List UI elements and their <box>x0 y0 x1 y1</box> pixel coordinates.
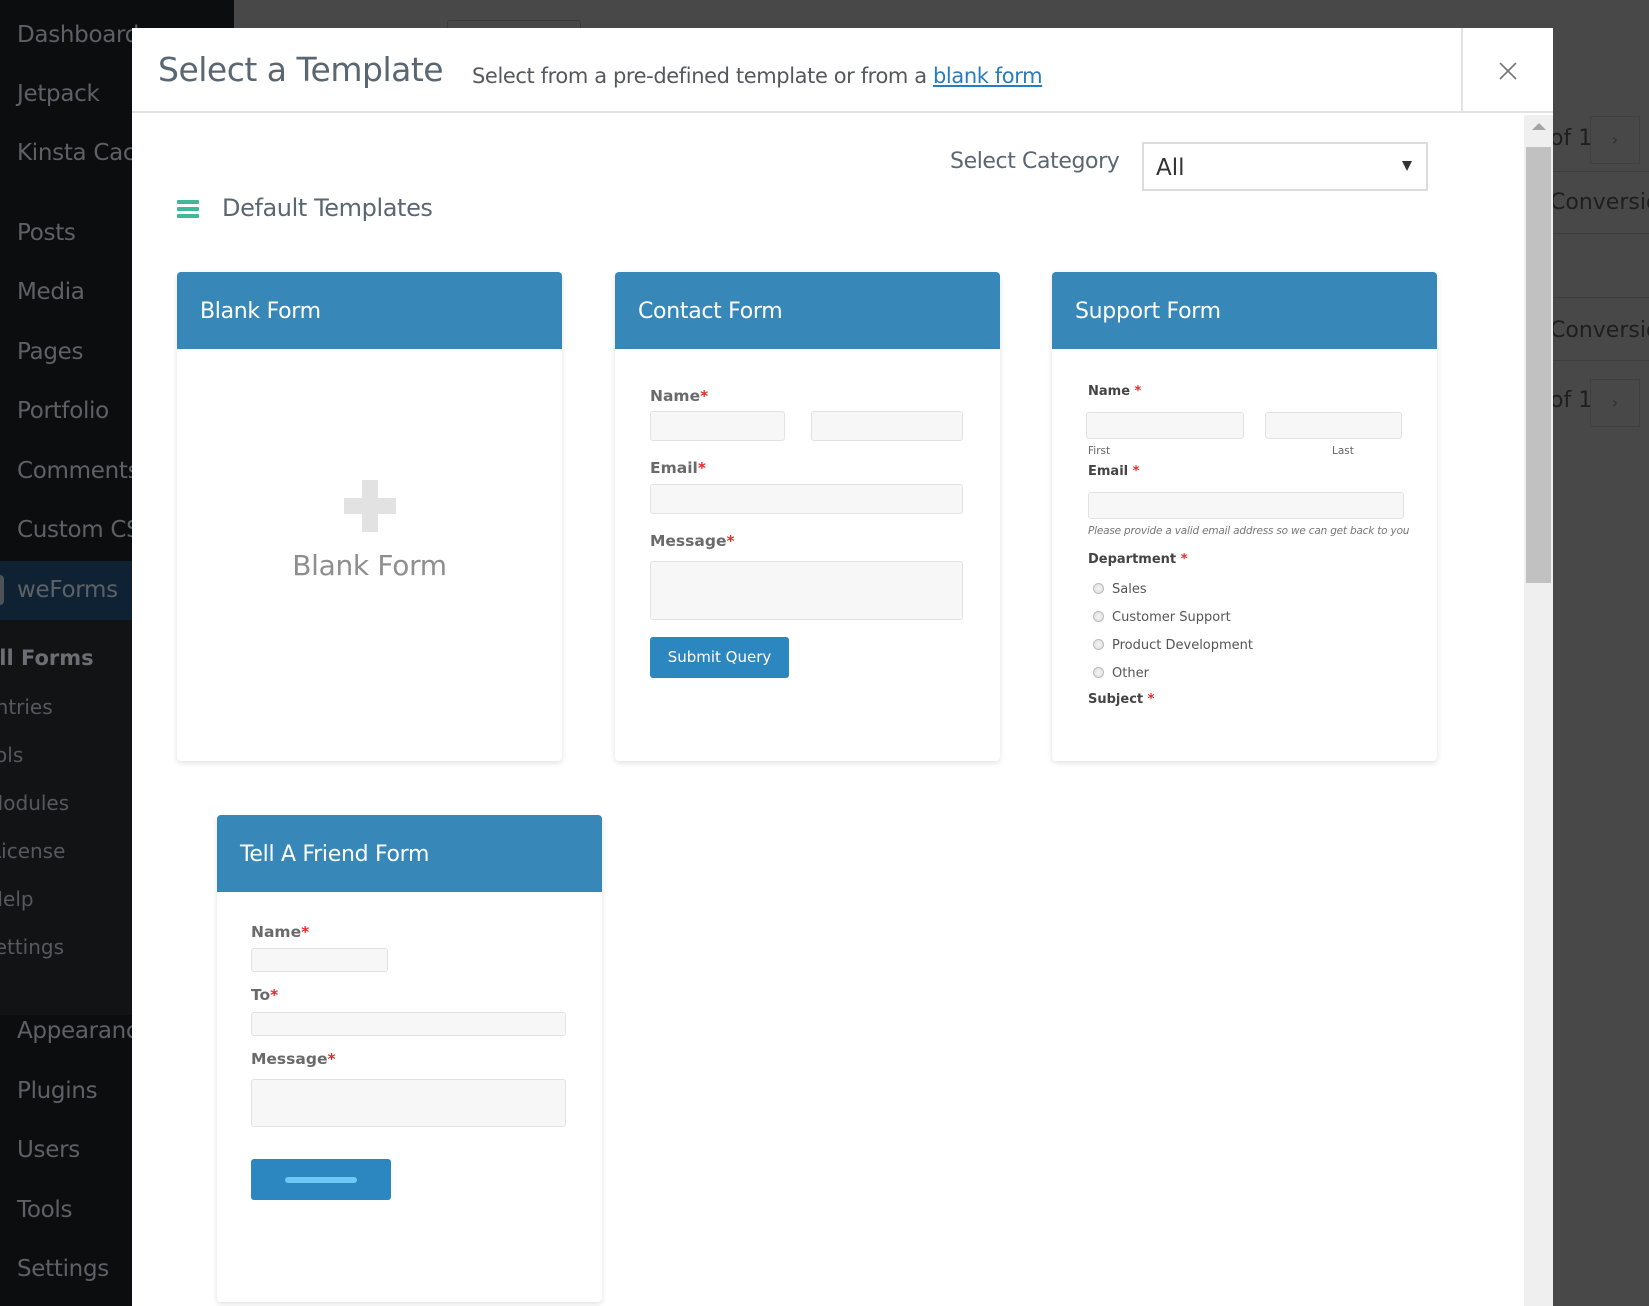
preview-label-message: Message* <box>251 1050 336 1068</box>
blank-form-label: Blank Form <box>292 549 447 582</box>
submenu-item-entries[interactable]: Entries <box>0 695 53 719</box>
scrollbar-thumb[interactable] <box>1526 147 1551 583</box>
preview-input-to <box>251 1012 566 1036</box>
preview-label-name: Name* <box>650 387 709 405</box>
preview-sublabel-last: Last <box>1332 445 1354 457</box>
preview-radio-option: Other <box>1093 666 1149 681</box>
modal-header: Select a Template Select from a pre-defi… <box>132 28 1553 113</box>
card-title: Tell A Friend Form <box>217 815 602 892</box>
radio-icon <box>1093 639 1104 650</box>
preview-label-name: Name* <box>251 923 310 941</box>
submenu-item-license[interactable]: License <box>0 839 65 863</box>
preview-label-email: Email * <box>1088 464 1140 479</box>
sidebar-item-tools[interactable]: Tools <box>17 1197 72 1223</box>
preview-email-hint: Please provide a valid email address so … <box>1088 525 1410 537</box>
modal-body: Select Category All Default Templates Bl… <box>132 115 1524 1306</box>
pagination-text-top: of 1 <box>1550 126 1593 151</box>
preview-input-email <box>650 484 963 514</box>
sidebar-item-posts[interactable]: Posts <box>17 220 76 246</box>
table-column-footer: Conversion <box>1550 318 1649 343</box>
table-divider <box>1553 171 1649 172</box>
table-divider <box>1553 360 1649 361</box>
submenu-item-help[interactable]: Help <box>0 887 34 911</box>
blank-form-link[interactable]: blank form <box>933 64 1043 88</box>
sidebar-item-plugins[interactable]: Plugins <box>17 1078 98 1104</box>
template-card-tell-a-friend-form[interactable]: Tell A Friend Form Name* To* Message* <box>217 815 602 1302</box>
template-card-support-form[interactable]: Support Form Name * First Last Email * P… <box>1052 272 1437 761</box>
preview-input-first-name <box>1086 412 1244 439</box>
preview-radio-option: Sales <box>1093 582 1147 597</box>
category-select-value: All <box>1156 155 1185 181</box>
sidebar-item-comments[interactable]: Comments <box>17 458 140 484</box>
close-icon <box>1499 61 1517 80</box>
radio-icon <box>1093 611 1104 622</box>
preview-label-message: Message* <box>650 532 735 550</box>
preview-radio-option: Product Development <box>1093 638 1253 653</box>
category-label: Select Category <box>950 149 1120 174</box>
preview-input-email <box>1088 492 1404 519</box>
submenu-item-settings[interactable]: Settings <box>0 935 64 959</box>
submenu-item-modules[interactable]: Modules <box>0 791 69 815</box>
preview-label-department: Department * <box>1088 552 1188 567</box>
sidebar-item-portfolio[interactable]: Portfolio <box>17 398 109 424</box>
radio-icon <box>1093 583 1104 594</box>
sidebar-item-media[interactable]: Media <box>17 279 85 305</box>
weforms-menu-icon <box>0 575 4 605</box>
submenu-item-tools[interactable]: Tools <box>0 743 23 767</box>
plus-icon <box>344 480 396 532</box>
sidebar-item-jetpack[interactable]: Jetpack <box>17 81 100 107</box>
preview-label-subject: Subject * <box>1088 692 1155 707</box>
preview-sublabel-first: First <box>1088 445 1111 457</box>
card-title: Contact Form <box>615 272 1000 349</box>
modal-title: Select a Template <box>158 50 444 89</box>
pagination-text-bottom: of 1 <box>1550 388 1593 413</box>
preview-submit-button <box>251 1159 391 1200</box>
sidebar-item-pages[interactable]: Pages <box>17 339 83 365</box>
pagination-next-top: › <box>1590 116 1640 164</box>
sidebar-item-weforms[interactable]: weForms <box>17 577 118 603</box>
card-title: Blank Form <box>177 272 562 349</box>
table-divider <box>1553 233 1649 234</box>
preview-submit-button: Submit Query <box>650 637 789 678</box>
list-icon <box>177 200 199 218</box>
table-divider <box>1553 297 1649 298</box>
preview-input-first-name <box>650 411 785 441</box>
preview-label-name: Name * <box>1088 384 1142 399</box>
sidebar-item-dashboard[interactable]: Dashboard <box>17 22 139 48</box>
dropdown-arrow-icon <box>1402 161 1412 171</box>
category-select[interactable]: All <box>1142 142 1428 191</box>
pagination-next-bottom: › <box>1590 379 1640 427</box>
preview-input-last-name <box>1265 412 1402 439</box>
scroll-up-arrow-icon[interactable] <box>1532 123 1546 130</box>
sidebar-item-users[interactable]: Users <box>17 1137 80 1163</box>
table-column-header-top: Conversion <box>1550 190 1649 215</box>
template-card-contact-form[interactable]: Contact Form Name* Email* Message* Submi… <box>615 272 1000 761</box>
preview-radio-option: Customer Support <box>1093 610 1231 625</box>
template-card-blank-form[interactable]: Blank Form Blank Form <box>177 272 562 761</box>
preview-textarea-message <box>251 1079 566 1127</box>
modal-subtitle: Select from a pre-defined template or fr… <box>472 64 1043 88</box>
modal-scrollbar[interactable] <box>1524 115 1553 1306</box>
preview-label-to: To* <box>251 986 279 1004</box>
preview-textarea-message <box>650 561 963 620</box>
button-label-placeholder <box>285 1177 357 1183</box>
radio-icon <box>1093 667 1104 678</box>
card-title: Support Form <box>1052 272 1437 349</box>
preview-input-last-name <box>811 411 963 441</box>
sidebar-item-settings[interactable]: Settings <box>17 1256 109 1282</box>
select-template-modal: Select a Template Select from a pre-defi… <box>132 28 1553 1306</box>
preview-label-email: Email* <box>650 459 706 477</box>
close-button[interactable] <box>1463 28 1553 113</box>
section-title: Default Templates <box>222 194 433 222</box>
preview-input-name <box>251 948 388 972</box>
subtitle-text: Select from a pre-defined template or fr… <box>472 64 933 88</box>
submenu-item-all-forms[interactable]: All Forms <box>0 646 94 670</box>
